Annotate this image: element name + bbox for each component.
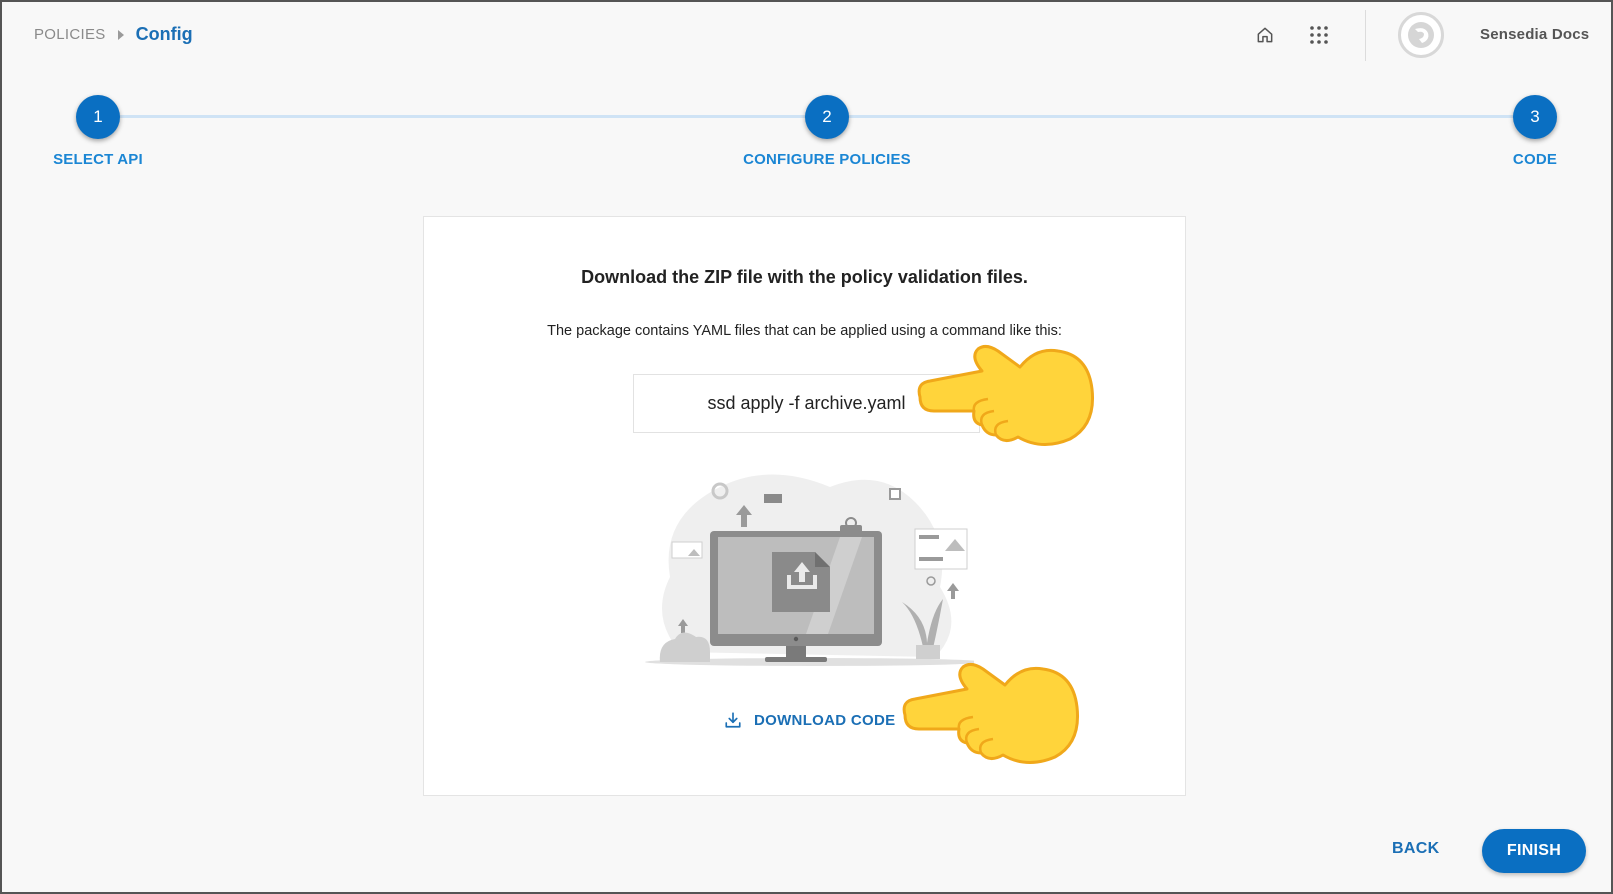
home-icon[interactable] [1252, 22, 1278, 48]
step-label: CONFIGURE POLICIES [743, 151, 911, 168]
download-code-button[interactable]: DOWNLOAD CODE [724, 711, 895, 729]
pointing-hand-icon [902, 662, 1080, 764]
step-configure-policies[interactable]: 2 CONFIGURE POLICIES [727, 95, 927, 168]
download-icon [725, 712, 741, 728]
download-code-label: DOWNLOAD CODE [754, 711, 896, 729]
header-divider [1365, 10, 1366, 61]
breadcrumb-policies-link[interactable]: POLICIES [34, 26, 106, 43]
card-title: Download the ZIP file with the policy va… [581, 267, 1028, 287]
upload-illustration [645, 474, 974, 666]
back-button[interactable]: BACK [1392, 840, 1439, 858]
finish-button[interactable]: FINISH [1482, 829, 1586, 873]
avatar-logo-icon [1408, 22, 1434, 48]
step-number: 2 [805, 95, 849, 139]
breadcrumb-chevron-icon [117, 29, 124, 40]
step-code[interactable]: 3 CODE [1435, 95, 1613, 168]
step-number: 1 [76, 95, 120, 139]
breadcrumb: POLICIES Config [34, 24, 193, 45]
step-label: CODE [1512, 151, 1558, 168]
apps-grid-icon[interactable] [1306, 22, 1332, 48]
page-title: Config [135, 24, 193, 44]
pointing-hand-icon [917, 344, 1095, 446]
step-label: SELECT API [53, 151, 143, 168]
step-select-api[interactable]: 1 SELECT API [0, 95, 198, 168]
avatar[interactable] [1398, 12, 1444, 58]
card-subtitle: The package contains YAML files that can… [547, 323, 1062, 339]
user-name[interactable]: Sensedia Docs [1480, 26, 1589, 43]
step-number: 3 [1513, 95, 1557, 139]
